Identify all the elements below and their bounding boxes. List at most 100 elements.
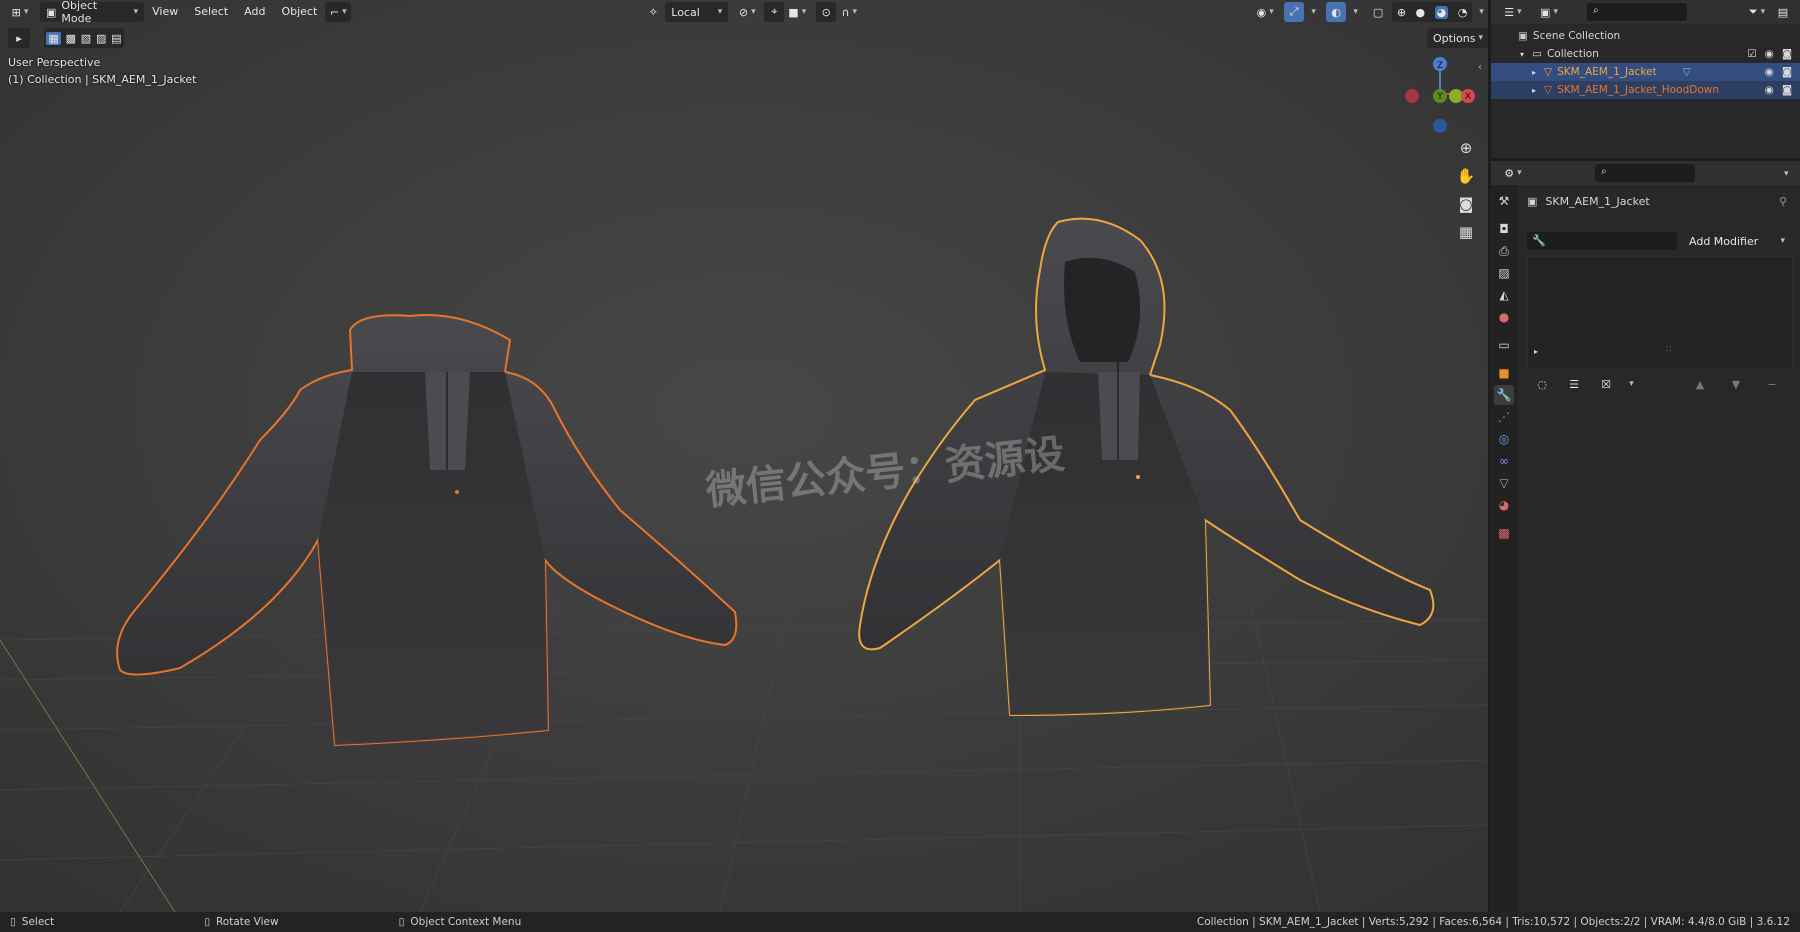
collection-row[interactable]: ▾ ▭ Collection ☑ ◉ ◙	[1491, 45, 1800, 63]
expand-arrow-icon[interactable]: ▸	[1532, 68, 1536, 77]
toggle-visibility-button[interactable]: ◌	[1527, 374, 1557, 394]
xray-toggle[interactable]: ▢	[1368, 2, 1388, 22]
move-down-button[interactable]: ▼	[1719, 374, 1753, 394]
perspective-grid-icon[interactable]: ▦	[1453, 219, 1479, 245]
mouse-left-icon: ▯	[10, 916, 16, 928]
camera-icon[interactable]: ◙	[1453, 191, 1479, 217]
physics-icon[interactable]: ◎	[1494, 429, 1514, 449]
options-dropdown[interactable]: Options ▾	[1427, 28, 1488, 48]
modifier-name-field[interactable]: 🔧	[1527, 232, 1677, 250]
status-stats: Collection | SKM_AEM_1_Jacket | Verts:5,…	[1196, 916, 1790, 928]
select-extend-icon[interactable]: ▩	[66, 32, 76, 45]
expand-arrow-icon[interactable]: ▸	[1532, 86, 1536, 95]
gizmo-dropdown[interactable]: ▾	[1304, 2, 1320, 22]
tool-icon[interactable]: ⚒	[1494, 191, 1514, 211]
apply-all-button[interactable]: ☰	[1559, 374, 1589, 394]
display-mode-dropdown[interactable]: ▣ ▾	[1535, 2, 1563, 22]
view-layer-icon[interactable]: ▨	[1494, 263, 1514, 283]
solid-shading-icon[interactable]: ●	[1416, 6, 1426, 19]
properties-editor-type[interactable]: ⚙ ▾	[1499, 163, 1527, 183]
snap-toggle[interactable]: ⌖	[764, 2, 785, 22]
shading-modes[interactable]: ⊕ ● ◕ ◔	[1392, 2, 1473, 22]
gizmo-arrows-icon: ⤢	[1289, 5, 1299, 18]
gizmo-toggle-button[interactable]: ⌐ ▾	[325, 2, 352, 22]
object-icon: ▣	[1527, 195, 1538, 208]
add-modifier-dropdown[interactable]: Add Modifier ▾	[1683, 231, 1791, 251]
falloff-dropdown[interactable]: ∩ ▾	[836, 2, 862, 22]
camera-icon[interactable]: ◙	[1782, 84, 1792, 96]
eye-icon[interactable]: ◉	[1765, 84, 1774, 96]
menu-view[interactable]: View	[144, 2, 186, 22]
pivot-point-button[interactable]: ⊘ ▾	[734, 2, 760, 22]
arrow-down-icon: ▼	[1731, 377, 1741, 391]
render-icon[interactable]: ◘	[1494, 219, 1514, 239]
pin-icon[interactable]: ⚲	[1779, 195, 1787, 208]
rendered-shading-icon[interactable]: ◔	[1458, 6, 1468, 19]
navigation-gizmo[interactable]: Z Y X	[1400, 52, 1480, 136]
select-invert-icon[interactable]: ▨	[96, 32, 106, 45]
modifier-list-area[interactable]: ▸ ∷	[1527, 256, 1793, 370]
select-subtract-icon[interactable]: ▧	[81, 32, 91, 45]
modifier-icon[interactable]: 🔧	[1494, 385, 1514, 405]
camera-icon[interactable]: ◙	[1782, 48, 1792, 60]
camera-icon[interactable]: ◙	[1782, 66, 1792, 78]
select-new-icon[interactable]: ▦	[46, 31, 61, 45]
texture-icon[interactable]: ▩	[1494, 523, 1514, 543]
snap-target-dropdown[interactable]: ■ ▾	[784, 2, 810, 22]
selection-mode-buttons[interactable]: ▦ ▩ ▧ ▨ ▤	[44, 28, 124, 48]
chevron-down-icon[interactable]: ▾	[1781, 166, 1789, 179]
outliner-item-jacket[interactable]: ▸ ▽ SKM_AEM_1_Jacket ▽ ◉ ◙	[1491, 63, 1800, 81]
menu-object[interactable]: Object	[273, 2, 325, 22]
expand-arrow-icon[interactable]: ▾	[1520, 50, 1524, 59]
active-tool-button[interactable]: ▸	[8, 28, 30, 48]
3d-viewport[interactable]: 微信公众号：资源设 ⊞ ▾ ▣ Object Mode ▾ View Select …	[0, 0, 1488, 912]
overlays-toggle[interactable]: ◐	[1326, 2, 1347, 22]
world-icon[interactable]: ●	[1494, 307, 1514, 327]
properties-search-input[interactable]: ⌕	[1595, 164, 1695, 182]
menu-select[interactable]: Select	[186, 2, 236, 22]
visibility-dropdown[interactable]: ◉ ▾	[1250, 2, 1280, 22]
mode-dropdown[interactable]: ▣ Object Mode ▾	[39, 0, 145, 25]
filter-dropdown[interactable]: ⏷ ▾	[1743, 2, 1771, 22]
properties-panel: ⚙ ▾ ⌕ ▾ ⚒ ◘ ⎙ ▨ ◭ ● ▭ ■ 🔧 ⋰ ◎ ∞ ▽ ◕ ▩ ▣ S…	[1491, 161, 1800, 912]
shading-dropdown[interactable]: ▾	[1472, 2, 1488, 22]
transform-pivot-button[interactable]: ⟡	[643, 2, 663, 22]
outliner-editor-type[interactable]: ☰ ▾	[1499, 2, 1527, 22]
menu-add[interactable]: Add	[236, 2, 273, 22]
material-shading-icon[interactable]: ◕	[1434, 5, 1449, 19]
new-collection-button[interactable]: ▤	[1773, 2, 1793, 22]
eye-icon[interactable]: ◉	[1765, 48, 1774, 60]
outliner-search-input[interactable]: ⌕	[1587, 3, 1687, 21]
particles-icon[interactable]: ⋰	[1494, 407, 1514, 427]
gizmo-show-toggle[interactable]: ⤢	[1284, 2, 1305, 22]
mesh-data-icon[interactable]: ▽	[1683, 66, 1691, 78]
transform-orientation-dropdown[interactable]: Local ▾	[665, 2, 729, 22]
select-intersect-icon[interactable]: ▤	[111, 32, 121, 45]
editor-type-button[interactable]: ⊞ ▾	[4, 2, 36, 22]
checkbox-icon[interactable]: ☑	[1747, 48, 1756, 60]
scene-icon[interactable]: ◭	[1494, 285, 1514, 305]
object-name-row: ▣ SKM_AEM_1_Jacket ⚲	[1527, 195, 1787, 208]
wireframe-shading-icon[interactable]: ⊕	[1397, 6, 1406, 19]
eye-icon[interactable]: ◉	[1765, 66, 1774, 78]
zoom-icon[interactable]: ⊕	[1453, 135, 1479, 161]
modifier-tools-dropdown[interactable]: ▾	[1623, 374, 1637, 394]
material-icon[interactable]: ◕	[1494, 495, 1514, 515]
object-icon[interactable]: ■	[1494, 363, 1514, 383]
outliner-item-jacket-hooddown[interactable]: ▸ ▽ SKM_AEM_1_Jacket_HoodDown ◉ ◙	[1491, 81, 1800, 99]
status-bar: ▯ Select ▯ Rotate View ▯ Object Context …	[0, 912, 1800, 932]
move-up-button[interactable]: ▲	[1683, 374, 1717, 394]
pan-hand-icon[interactable]: ✋	[1453, 163, 1479, 189]
remove-button[interactable]: −	[1755, 374, 1789, 394]
constraints-icon[interactable]: ∞	[1494, 451, 1514, 471]
chevron-down-icon: ▾	[717, 7, 723, 17]
collection-icon[interactable]: ▭	[1494, 335, 1514, 355]
expand-arrow-icon[interactable]: ▸	[1534, 347, 1538, 356]
overlays-dropdown[interactable]: ▾	[1346, 2, 1362, 22]
scene-collection-row[interactable]: ▣ Scene Collection	[1491, 27, 1800, 45]
data-icon[interactable]: ▽	[1494, 473, 1514, 493]
proportional-edit-toggle[interactable]: ⊙	[816, 2, 837, 22]
resize-handle-icon[interactable]: ∷	[1666, 345, 1672, 355]
delete-all-button[interactable]: ☒	[1591, 374, 1621, 394]
output-icon[interactable]: ⎙	[1494, 241, 1514, 261]
